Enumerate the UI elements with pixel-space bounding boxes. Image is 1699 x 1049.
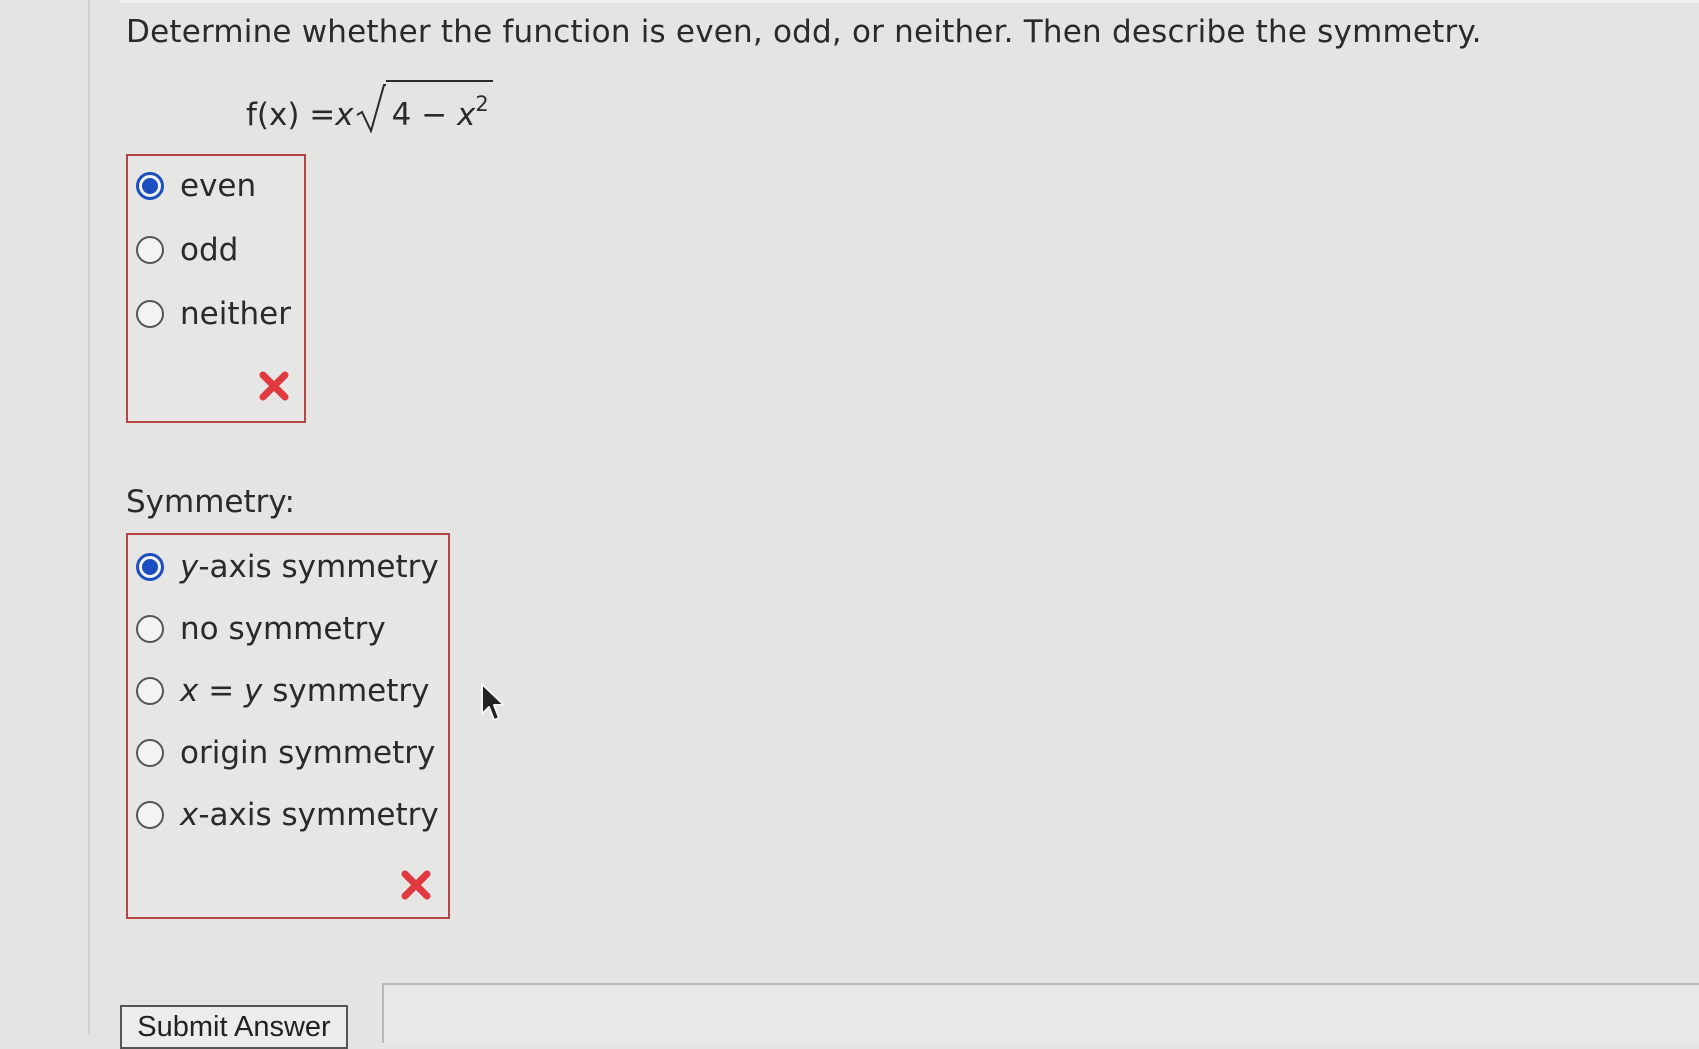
radio-button[interactable]	[136, 300, 164, 328]
option-label: neither	[180, 296, 291, 332]
incorrect-x-icon	[259, 371, 289, 401]
page-left-border	[88, 0, 90, 1035]
radicand-exponent: 2	[475, 92, 489, 116]
radical-sign-icon	[356, 84, 386, 133]
symmetry-option-none[interactable]: no symmetry	[136, 611, 386, 647]
symmetry-heading: Symmetry:	[126, 484, 295, 520]
page-top-border	[120, 0, 1699, 3]
radio-button[interactable]	[136, 236, 164, 264]
option-label-variable-2: y	[244, 673, 263, 709]
radicand-variable: x	[457, 97, 476, 133]
parity-option-even[interactable]: even	[136, 168, 256, 204]
option-label-text: no symmetry	[180, 611, 386, 647]
submit-answer-button[interactable]: Submit Answer	[120, 1005, 348, 1049]
option-label-text: -axis symmetry	[198, 797, 439, 833]
symmetry-answer-box: y-axis symmetry no symmetry x = y symmet…	[126, 533, 450, 919]
option-label-variable: x	[180, 797, 199, 833]
symmetry-option-origin[interactable]: origin symmetry	[136, 735, 435, 771]
function-formula: f(x) = x 4 − x2	[246, 80, 493, 133]
option-label: even	[180, 168, 257, 204]
parity-answer-box: even odd neither	[126, 154, 306, 423]
symmetry-option-y-axis[interactable]: y-axis symmetry	[136, 549, 439, 585]
option-label: odd	[180, 232, 239, 268]
option-label-variable: x	[180, 673, 199, 709]
feedback-area	[382, 983, 1699, 1043]
option-label: no symmetry	[180, 611, 386, 647]
symmetry-option-x-equals-y[interactable]: x = y symmetry	[136, 673, 429, 709]
radio-button-selected[interactable]	[136, 553, 164, 581]
option-label: y-axis symmetry	[180, 549, 439, 585]
radio-button[interactable]	[136, 801, 164, 829]
symmetry-option-x-axis[interactable]: x-axis symmetry	[136, 797, 439, 833]
parity-option-neither[interactable]: neither	[136, 296, 291, 332]
option-label-equals: =	[198, 673, 245, 709]
radio-button[interactable]	[136, 615, 164, 643]
option-label-text: origin symmetry	[180, 735, 436, 771]
mouse-cursor-icon	[481, 683, 505, 721]
radio-button[interactable]	[136, 677, 164, 705]
formula-lhs: f(x) =	[246, 97, 336, 133]
radio-button[interactable]	[136, 739, 164, 767]
question-prompt: Determine whether the function is even, …	[126, 14, 1482, 50]
radio-button-selected[interactable]	[136, 172, 164, 200]
option-label: x = y symmetry	[180, 673, 429, 709]
option-label: origin symmetry	[180, 735, 435, 771]
formula-variable: x	[335, 97, 354, 133]
parity-option-odd[interactable]: odd	[136, 232, 238, 268]
option-label-text: -axis symmetry	[198, 549, 439, 585]
option-label-variable: y	[180, 549, 199, 585]
radicand-prefix: 4 −	[391, 97, 458, 133]
option-label: x-axis symmetry	[180, 797, 439, 833]
square-root: 4 − x2	[356, 80, 493, 133]
radicand: 4 − x2	[385, 80, 493, 133]
incorrect-x-icon	[401, 870, 431, 900]
option-label-text: symmetry	[262, 673, 430, 709]
